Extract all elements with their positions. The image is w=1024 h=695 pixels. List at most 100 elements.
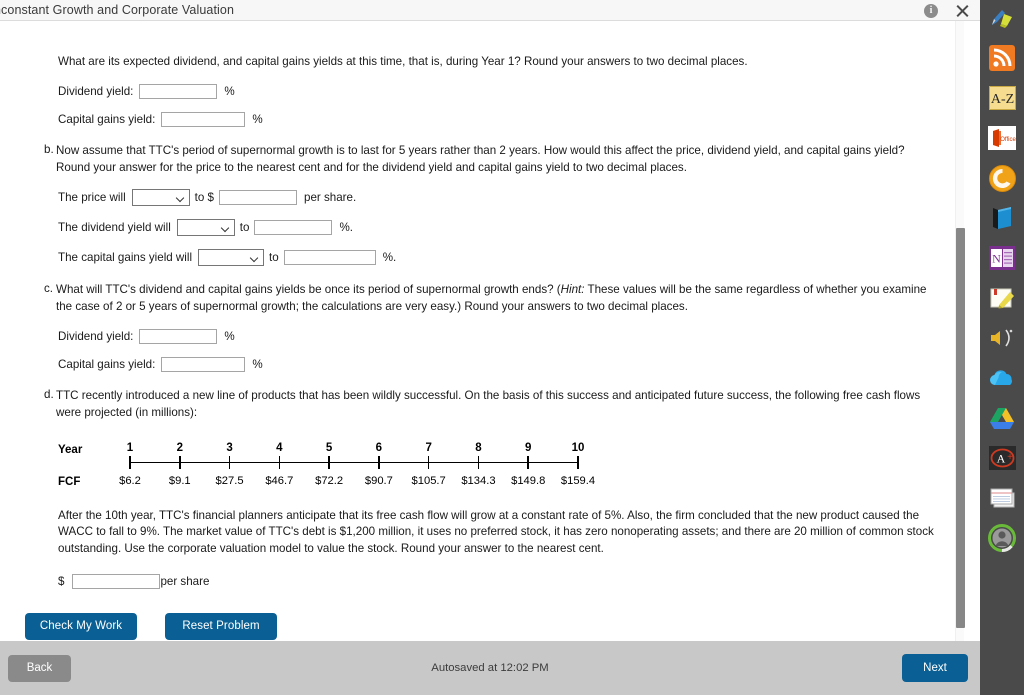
tools-sidebar: A-Z Office N A + [980,0,1024,695]
dividend-yield-label-c: Dividend yield: [58,329,134,343]
timeline-fcf-value: $134.3 [461,474,496,487]
timeline-year-value: 6 [375,441,383,454]
capital-gains-mid-label: to [269,251,279,265]
question-b-text: Now assume that TTC's period of supernor… [56,143,905,174]
notes-highlighter-icon[interactable] [987,283,1017,313]
question-c-text-part1: What will TTC's dividend and capital gai… [56,283,561,297]
google-drive-icon[interactable] [987,403,1017,433]
window-header: nconstant Growth and Corporate Valuation… [0,0,980,21]
percent-symbol-a1: % [224,84,235,98]
timeline-tick [328,455,330,469]
dividend-yield-input-c[interactable] [139,328,218,344]
timeline-year-label: Year [58,443,83,456]
timeline-fcf-value: $159.4 [560,474,596,487]
timeline-year-value: 3 [226,441,233,454]
timeline-year-value: 7 [425,441,432,454]
timeline-year-value: 9 [525,441,532,454]
onenote-icon[interactable]: N [987,243,1017,273]
audio-speaker-icon[interactable] [987,323,1017,353]
timeline-fcf-value: $46.7 [265,474,294,487]
info-icon[interactable]: i [924,3,938,18]
exam-window: nconstant Growth and Corporate Valuation… [0,0,1024,695]
timeline-tick [129,455,131,469]
index-cards-icon[interactable] [987,483,1017,513]
svg-text:A: A [996,452,1005,466]
dividend-yield-will-row: The dividend yield will to %. [58,219,955,237]
percent-symbol-c2: % [252,357,263,371]
question-d: d. TTC recently introduced a new line of… [44,388,934,422]
price-input[interactable] [219,190,297,206]
price-direction-select[interactable] [131,189,190,207]
check-my-work-button[interactable]: Check My Work [25,612,137,640]
price-direction-select-wrap [131,189,190,207]
timeline-tick [378,455,380,469]
timeline-fcf-value: $149.8 [511,474,546,487]
onedrive-cloud-icon[interactable] [987,363,1017,393]
book-icon[interactable] [987,203,1017,233]
user-avatar-icon[interactable] [987,523,1017,553]
navigation-footer: Back Autosaved at 12:02 PM Next [0,641,980,695]
timeline-tick [278,455,281,469]
dividend-yield-direction-select-wrap [176,219,235,237]
capital-gains-direction-select[interactable] [198,249,265,267]
header-actions: i [924,0,970,21]
content-scrollbar-thumb[interactable] [956,228,965,628]
svg-text:Office: Office [1000,137,1016,143]
question-d-letter: d. [44,387,54,401]
timeline-tick [427,455,430,469]
timeline-axis [130,461,578,464]
intro-text: What are its expected dividend, and capi… [58,55,748,68]
question-c: c. What will TTC's dividend and capital … [44,282,934,316]
capital-gains-suffix-b: %. [382,251,397,265]
timeline-tick [178,455,181,469]
question-d-text: TTC recently introduced a new line of pr… [56,388,921,419]
question-b: b. Now assume that TTC's period of super… [44,143,934,177]
autosave-status: Autosaved at 12:02 PM [431,662,549,674]
reset-problem-button[interactable]: Reset Problem [165,612,277,640]
cash-flow-timeline: Year FCF 1 $6.2 2 $9.1 3 $27.5 4 $46.7 5 $72.2 6 $9… [58,438,598,494]
next-button[interactable]: Next [902,654,968,682]
dividend-yield-row-a: Dividend yield: % [58,83,955,99]
pen-highlighter-icon[interactable] [987,3,1017,33]
ms-office-icon[interactable]: Office [987,123,1017,153]
back-button[interactable]: Back [8,654,71,682]
capital-gains-yield-input-b[interactable] [283,250,376,266]
dollar-sign-label: $ [58,574,65,588]
capital-gains-yield-label-a: Capital gains yield: [58,112,156,126]
page-title: nconstant Growth and Corporate Valuation [0,3,235,17]
question-d-after-text: After the 10th year, TTC's financial pla… [58,508,934,556]
price-will-row: The price will to $ per share. [58,189,955,207]
dividend-yield-input-b[interactable] [254,220,333,236]
capital-gains-yield-input-a[interactable] [161,111,246,127]
timeline-tick [228,455,231,469]
capital-gains-yield-input-c[interactable] [161,356,246,372]
timeline-year-value: 4 [276,441,283,454]
rss-feed-icon[interactable] [987,43,1017,73]
timeline-fcf-value: $72.2 [315,474,344,487]
close-icon[interactable] [954,3,970,19]
browser-icon[interactable] [987,163,1017,193]
dividend-yield-direction-select[interactable] [176,219,235,237]
timeline-tick [577,455,579,469]
timeline-year-value: 1 [126,441,134,454]
timeline-tick [527,455,530,469]
timeline-year-value: 10 [571,441,585,454]
dividend-yield-suffix-b: %. [339,221,353,235]
dictionary-az-icon[interactable]: A-Z [987,83,1017,113]
grade-aplus-icon[interactable]: A + [987,443,1017,473]
timeline-fcf-value: $90.7 [364,474,393,487]
price-suffix-label: per share. [304,191,357,205]
dividend-yield-will-label: The dividend yield will [58,221,171,235]
timeline-fcf-label: FCF [58,475,81,488]
content-scrollbar-track[interactable] [955,21,965,641]
dividend-yield-row-c: Dividend yield: % [58,328,955,344]
question-b-letter: b. [44,142,54,156]
capital-gains-yield-will-label: The capital gains yield will [58,251,193,265]
price-mid-label: to $ [194,191,214,205]
dividend-yield-input-a[interactable] [139,83,218,99]
dividend-yield-label-a: Dividend yield: [58,84,134,98]
stock-value-answer-row: $ per share [58,573,955,589]
timeline-year-value: 8 [475,441,482,454]
question-c-hint-word: Hint: [560,283,585,297]
stock-value-input[interactable] [72,573,161,589]
